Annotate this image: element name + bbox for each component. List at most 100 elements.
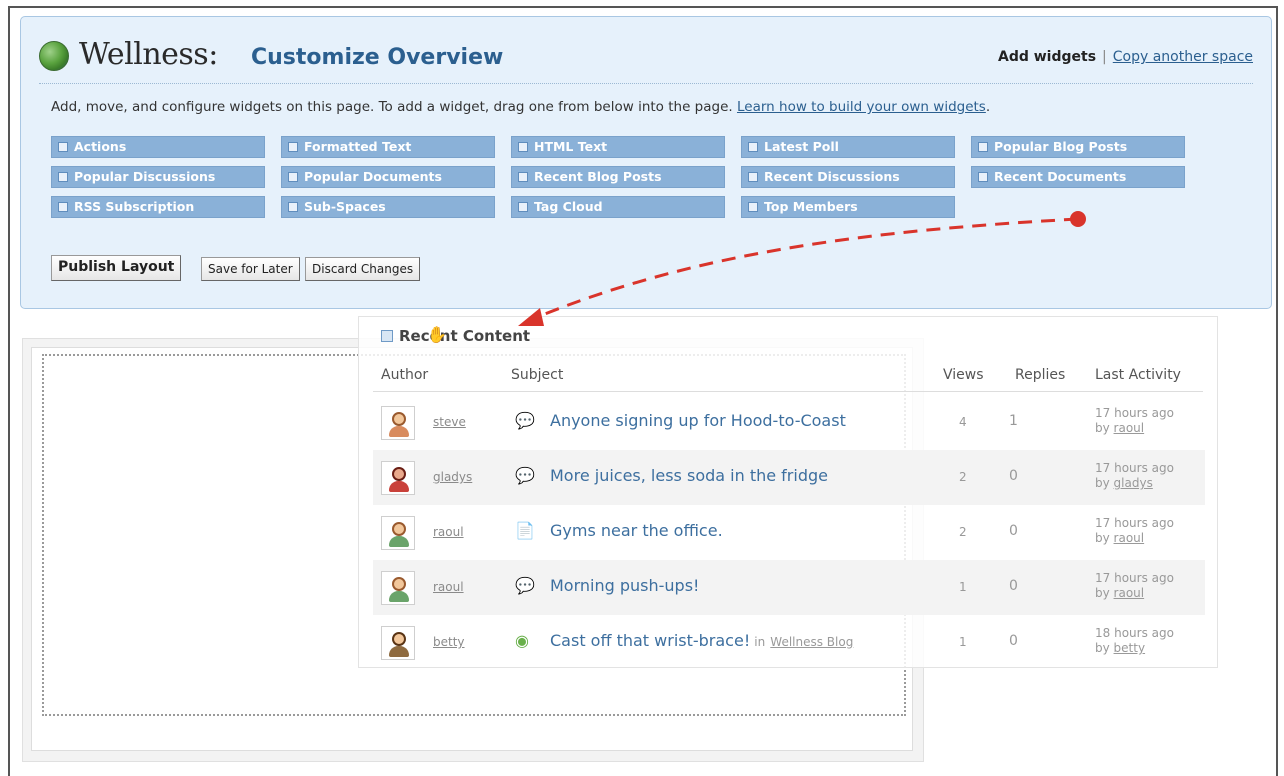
activity-by: by	[1095, 531, 1110, 545]
widget-tile-recent-blog-posts[interactable]: Recent Blog Posts	[511, 166, 725, 188]
author-link[interactable]: raoul	[433, 525, 464, 539]
column-header-author[interactable]: Author	[381, 367, 428, 383]
grip-icon	[748, 172, 758, 182]
widget-label: Popular Documents	[304, 169, 442, 184]
widget-title-text: Recent Content	[399, 327, 531, 345]
activity-user-link[interactable]: raoul	[1114, 531, 1145, 545]
widget-tile-top-members[interactable]: Top Members	[741, 196, 955, 218]
widget-tile-html-text[interactable]: HTML Text	[511, 136, 725, 158]
grip-icon	[58, 202, 68, 212]
grip-icon	[58, 142, 68, 152]
table-row: raoul 💬 Morning push-ups! 1 0 17 hours a…	[373, 560, 1205, 615]
title-divider	[39, 83, 1253, 84]
widget-tile-recent-discussions[interactable]: Recent Discussions	[741, 166, 955, 188]
widget-label: HTML Text	[534, 139, 608, 154]
activity-user-link[interactable]: gladys	[1114, 476, 1153, 490]
widget-tile-formatted-text[interactable]: Formatted Text	[281, 136, 495, 158]
subject-text[interactable]: Cast off that wrist-brace!	[550, 631, 750, 650]
activity-by: by	[1095, 476, 1110, 490]
save-for-later-button[interactable]: Save for Later	[201, 257, 300, 281]
widget-label: Tag Cloud	[534, 199, 603, 214]
activity-user-link[interactable]: betty	[1114, 641, 1146, 655]
discard-changes-button[interactable]: Discard Changes	[305, 257, 421, 281]
views-count: 1	[959, 580, 967, 594]
subject-link[interactable]: More juices, less soda in the fridge	[550, 466, 828, 485]
widget-label: Recent Blog Posts	[534, 169, 662, 184]
table-row: betty ◉ Cast off that wrist-brace! in Wel…	[373, 615, 1205, 670]
instructions-period: .	[985, 99, 991, 115]
widget-label: Top Members	[764, 199, 858, 214]
replies-count: 0	[1009, 468, 1018, 484]
widget-palette: Actions Formatted Text HTML Text Latest …	[51, 136, 1191, 220]
widget-label: Latest Poll	[764, 139, 839, 154]
widget-tile-actions[interactable]: Actions	[51, 136, 265, 158]
widget-tile-sub-spaces[interactable]: Sub-Spaces	[281, 196, 495, 218]
widget-tile-popular-documents[interactable]: Popular Documents	[281, 166, 495, 188]
replies-count: 0	[1009, 633, 1018, 649]
author-link[interactable]: betty	[433, 635, 465, 649]
dragged-widget-recent-content[interactable]: Recent Content ✋ Author Subject Views Re…	[358, 316, 1218, 668]
grip-icon	[288, 202, 298, 212]
avatar[interactable]	[381, 461, 415, 495]
column-header-replies[interactable]: Replies	[1015, 367, 1065, 383]
learn-widgets-link[interactable]: Learn how to build your own widgets	[737, 99, 986, 115]
widget-title[interactable]: Recent Content	[381, 327, 530, 345]
title-row: Wellness: Customize Overview Add widgets…	[39, 37, 1253, 77]
author-link[interactable]: gladys	[433, 470, 472, 484]
space-name: Wellness:	[79, 37, 218, 72]
replies-count: 0	[1009, 578, 1018, 594]
subject-link[interactable]: Morning push-ups!	[550, 576, 699, 595]
widget-tile-rss-subscription[interactable]: RSS Subscription	[51, 196, 265, 218]
top-links: Add widgets | Copy another space	[998, 49, 1253, 65]
blog-link[interactable]: Wellness Blog	[770, 635, 853, 649]
grip-icon	[518, 172, 528, 182]
document-icon: 📄	[515, 521, 535, 540]
page-title: Customize Overview	[251, 45, 504, 70]
author-link[interactable]: raoul	[433, 580, 464, 594]
last-activity: 17 hours ago by raoul	[1095, 406, 1174, 436]
widget-tile-popular-discussions[interactable]: Popular Discussions	[51, 166, 265, 188]
subject-text[interactable]: Anyone signing up for Hood-to-Coast	[550, 411, 846, 430]
author-link[interactable]: steve	[433, 415, 466, 429]
widget-tile-latest-poll[interactable]: Latest Poll	[741, 136, 955, 158]
avatar[interactable]	[381, 516, 415, 550]
add-widgets-tab[interactable]: Add widgets	[998, 49, 1096, 65]
grip-icon	[978, 172, 988, 182]
activity-user-link[interactable]: raoul	[1114, 586, 1145, 600]
subject-text[interactable]: Morning push-ups!	[550, 576, 699, 595]
column-header-last-activity[interactable]: Last Activity	[1095, 367, 1181, 383]
last-activity: 17 hours ago by gladys	[1095, 461, 1174, 491]
discussion-icon: 💬	[515, 576, 535, 595]
publish-layout-button[interactable]: Publish Layout	[51, 255, 182, 281]
column-header-subject[interactable]: Subject	[511, 367, 563, 383]
widget-label: Formatted Text	[304, 139, 412, 154]
activity-user-link[interactable]: raoul	[1114, 421, 1145, 435]
widget-label: Recent Discussions	[764, 169, 900, 184]
subject-link[interactable]: Cast off that wrist-brace! in Wellness Bl…	[550, 631, 853, 650]
grip-icon	[288, 142, 298, 152]
widget-label: Popular Discussions	[74, 169, 216, 184]
widget-tile-popular-blog-posts[interactable]: Popular Blog Posts	[971, 136, 1185, 158]
grip-icon	[748, 202, 758, 212]
widget-tile-recent-documents[interactable]: Recent Documents	[971, 166, 1185, 188]
views-count: 1	[959, 635, 967, 649]
widget-tile-tag-cloud[interactable]: Tag Cloud	[511, 196, 725, 218]
column-header-views[interactable]: Views	[943, 367, 984, 383]
avatar[interactable]	[381, 571, 415, 605]
last-activity: 18 hours ago by betty	[1095, 626, 1174, 656]
in-label: in	[754, 635, 766, 649]
subject-link[interactable]: Gyms near the office.	[550, 521, 723, 540]
activity-by: by	[1095, 421, 1110, 435]
subject-text[interactable]: Gyms near the office.	[550, 521, 723, 540]
copy-space-link[interactable]: Copy another space	[1113, 49, 1253, 65]
activity-by: by	[1095, 641, 1110, 655]
grip-icon	[381, 330, 393, 342]
widget-label: Actions	[74, 139, 127, 154]
link-separator: |	[1102, 49, 1107, 65]
subject-text[interactable]: More juices, less soda in the fridge	[550, 466, 828, 485]
avatar[interactable]	[381, 626, 415, 660]
discussion-icon: 💬	[515, 411, 535, 430]
subject-link[interactable]: Anyone signing up for Hood-to-Coast	[550, 411, 846, 430]
avatar[interactable]	[381, 406, 415, 440]
views-count: 2	[959, 470, 967, 484]
